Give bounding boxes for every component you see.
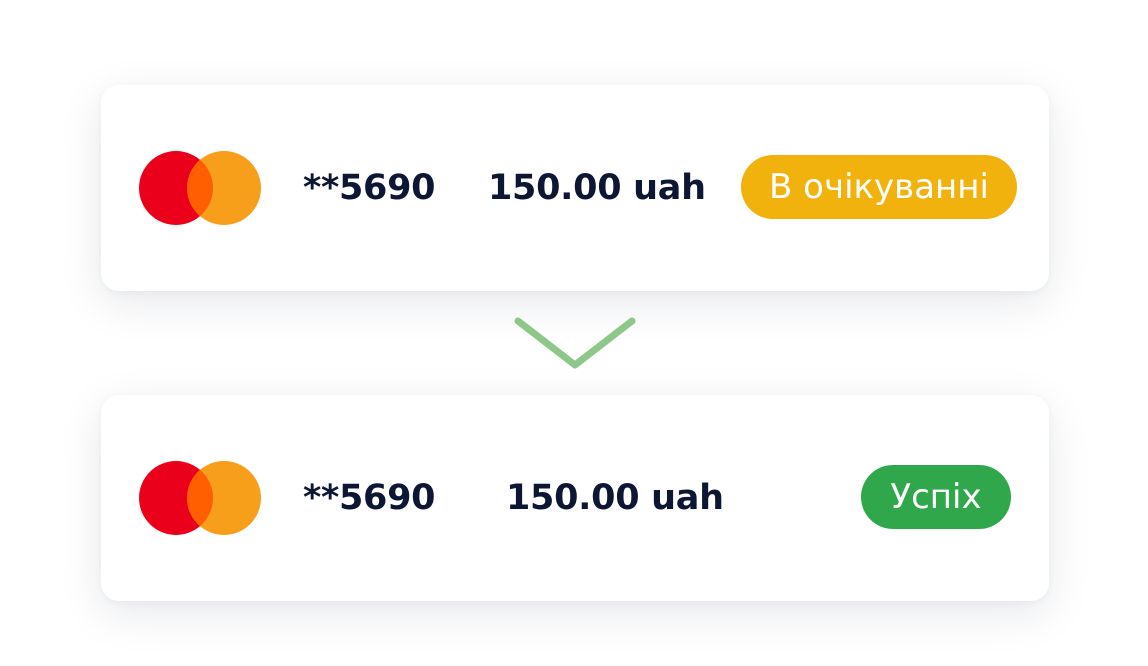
transaction-card-pending: **5690 150.00 uah В очікуванні	[101, 85, 1049, 291]
transaction-card-success: **5690 150.00 uah Успіх	[101, 395, 1049, 601]
card-number: **5690	[303, 168, 436, 208]
amount: 150.00 uah	[488, 168, 706, 208]
amount: 150.00 uah	[506, 478, 724, 518]
mastercard-logo-icon	[139, 461, 261, 535]
mastercard-logo-icon	[139, 151, 261, 225]
status-badge: Успіх	[861, 465, 1011, 529]
card-number: **5690	[303, 478, 436, 518]
chevron-down-icon	[513, 315, 637, 371]
status-badge: В очікуванні	[741, 155, 1017, 219]
